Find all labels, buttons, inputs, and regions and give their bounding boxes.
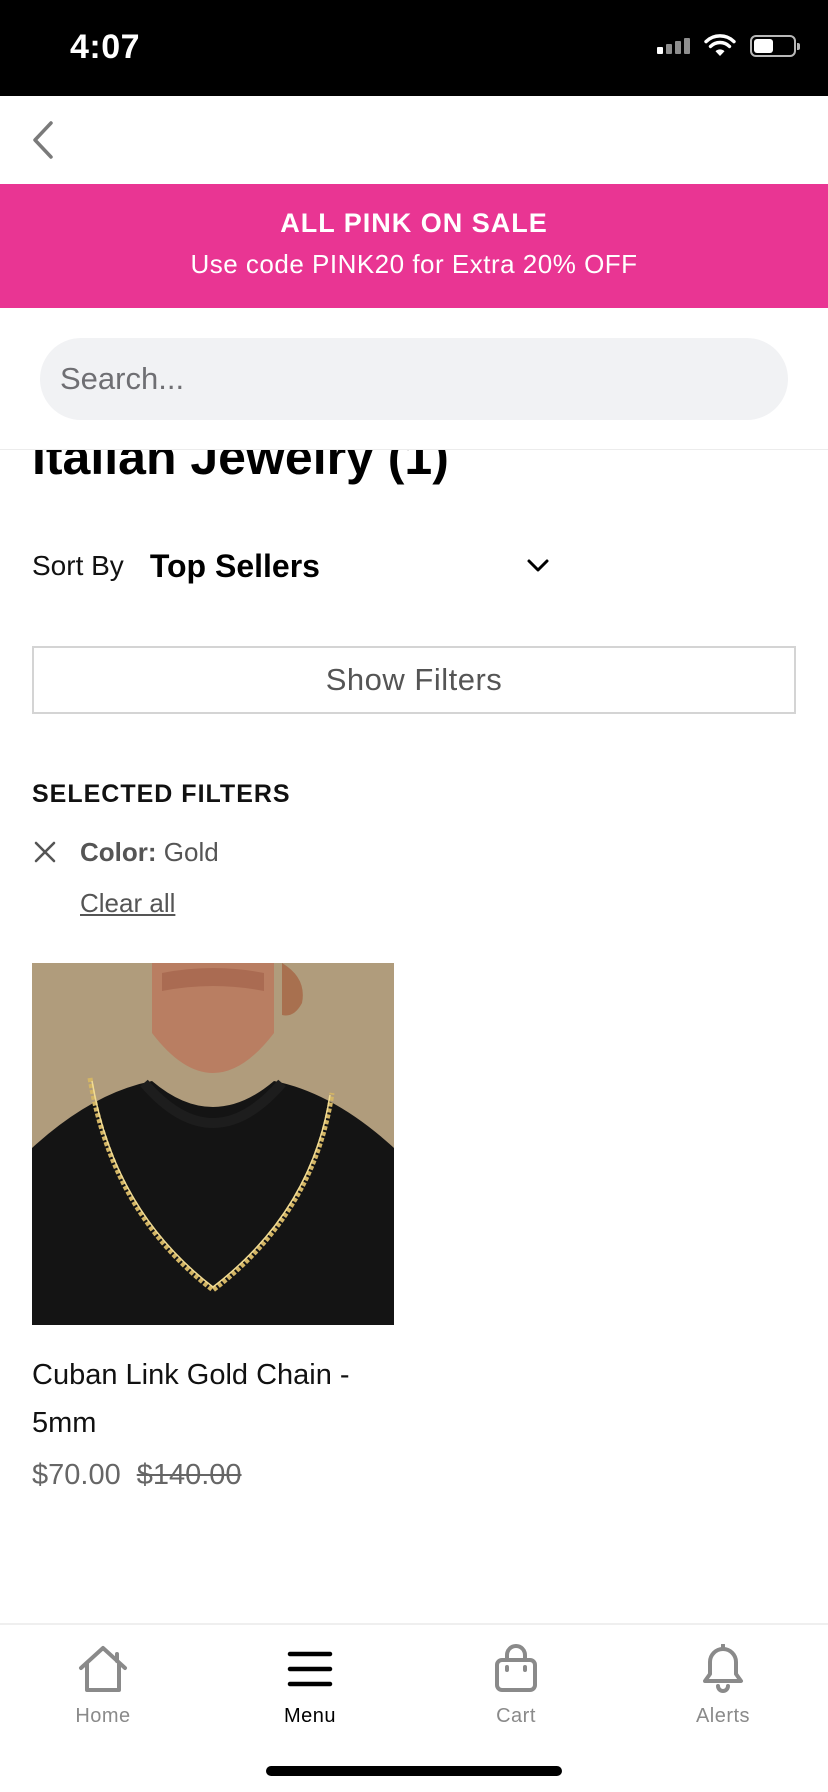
status-time: 4:07	[70, 28, 141, 66]
product-photo	[32, 963, 394, 1325]
tab-menu[interactable]: Menu	[230, 1641, 390, 1741]
promo-banner[interactable]: ALL PINK ON SALE Use code PINK20 for Ext…	[0, 184, 828, 308]
cellular-signal-icon	[657, 38, 690, 54]
tab-home[interactable]: Home	[23, 1641, 183, 1741]
filter-text: Color: Gold	[80, 837, 219, 868]
wifi-icon	[704, 34, 736, 56]
back-button[interactable]	[18, 114, 68, 166]
promo-subtitle: Use code PINK20 for Extra 20% OFF	[190, 249, 638, 279]
home-indicator	[266, 1766, 562, 1776]
menu-icon	[282, 1641, 338, 1697]
shopping-bag-icon	[488, 1641, 544, 1697]
tab-label: Cart	[496, 1705, 536, 1727]
filter-key: Color:	[80, 836, 157, 867]
sort-dropdown[interactable]: Sort By Top Sellers	[32, 538, 552, 594]
status-bar: 4:07	[0, 0, 828, 96]
close-icon	[34, 841, 56, 863]
battery-icon	[750, 35, 800, 57]
search-bar	[0, 308, 828, 450]
tab-alerts[interactable]: Alerts	[643, 1641, 803, 1741]
battery-level	[754, 39, 773, 53]
chevron-down-icon	[524, 552, 552, 580]
promo-title: ALL PINK ON SALE	[280, 208, 548, 238]
selected-filter: Color: Gold	[32, 834, 219, 870]
sort-value: Top Sellers	[149, 547, 320, 584]
status-icons	[657, 34, 800, 58]
product-card[interactable]: Cuban Link Gold Chain - 5mm $70.00 $140.…	[32, 963, 394, 1492]
original-price: $140.00	[136, 1459, 242, 1491]
home-icon	[75, 1641, 131, 1697]
sort-label: Sort By	[32, 550, 124, 581]
selected-filters-heading: SELECTED FILTERS	[32, 780, 291, 808]
sale-price: $70.00	[32, 1459, 121, 1491]
bell-icon	[695, 1641, 751, 1697]
price-row: $70.00 $140.00	[32, 1459, 394, 1492]
show-filters-button[interactable]: Show Filters	[32, 646, 796, 714]
navigation-bar	[0, 96, 828, 184]
tab-label: Menu	[283, 1705, 337, 1727]
remove-filter-button[interactable]	[32, 839, 58, 865]
search-input[interactable]	[40, 338, 788, 420]
product-name[interactable]: Cuban Link Gold Chain - 5mm	[32, 1351, 372, 1447]
chevron-left-icon	[33, 121, 53, 159]
tab-cart[interactable]: Cart	[436, 1641, 596, 1741]
product-image[interactable]	[32, 963, 394, 1325]
page-title-region: Italian Jewelry (1)	[0, 450, 828, 506]
tab-label: Home	[75, 1705, 131, 1727]
tab-label: Alerts	[695, 1705, 751, 1727]
filter-value: Gold	[163, 836, 219, 867]
page-title: Italian Jewelry (1)	[32, 450, 449, 485]
clear-all-link[interactable]: Clear all	[80, 888, 175, 919]
